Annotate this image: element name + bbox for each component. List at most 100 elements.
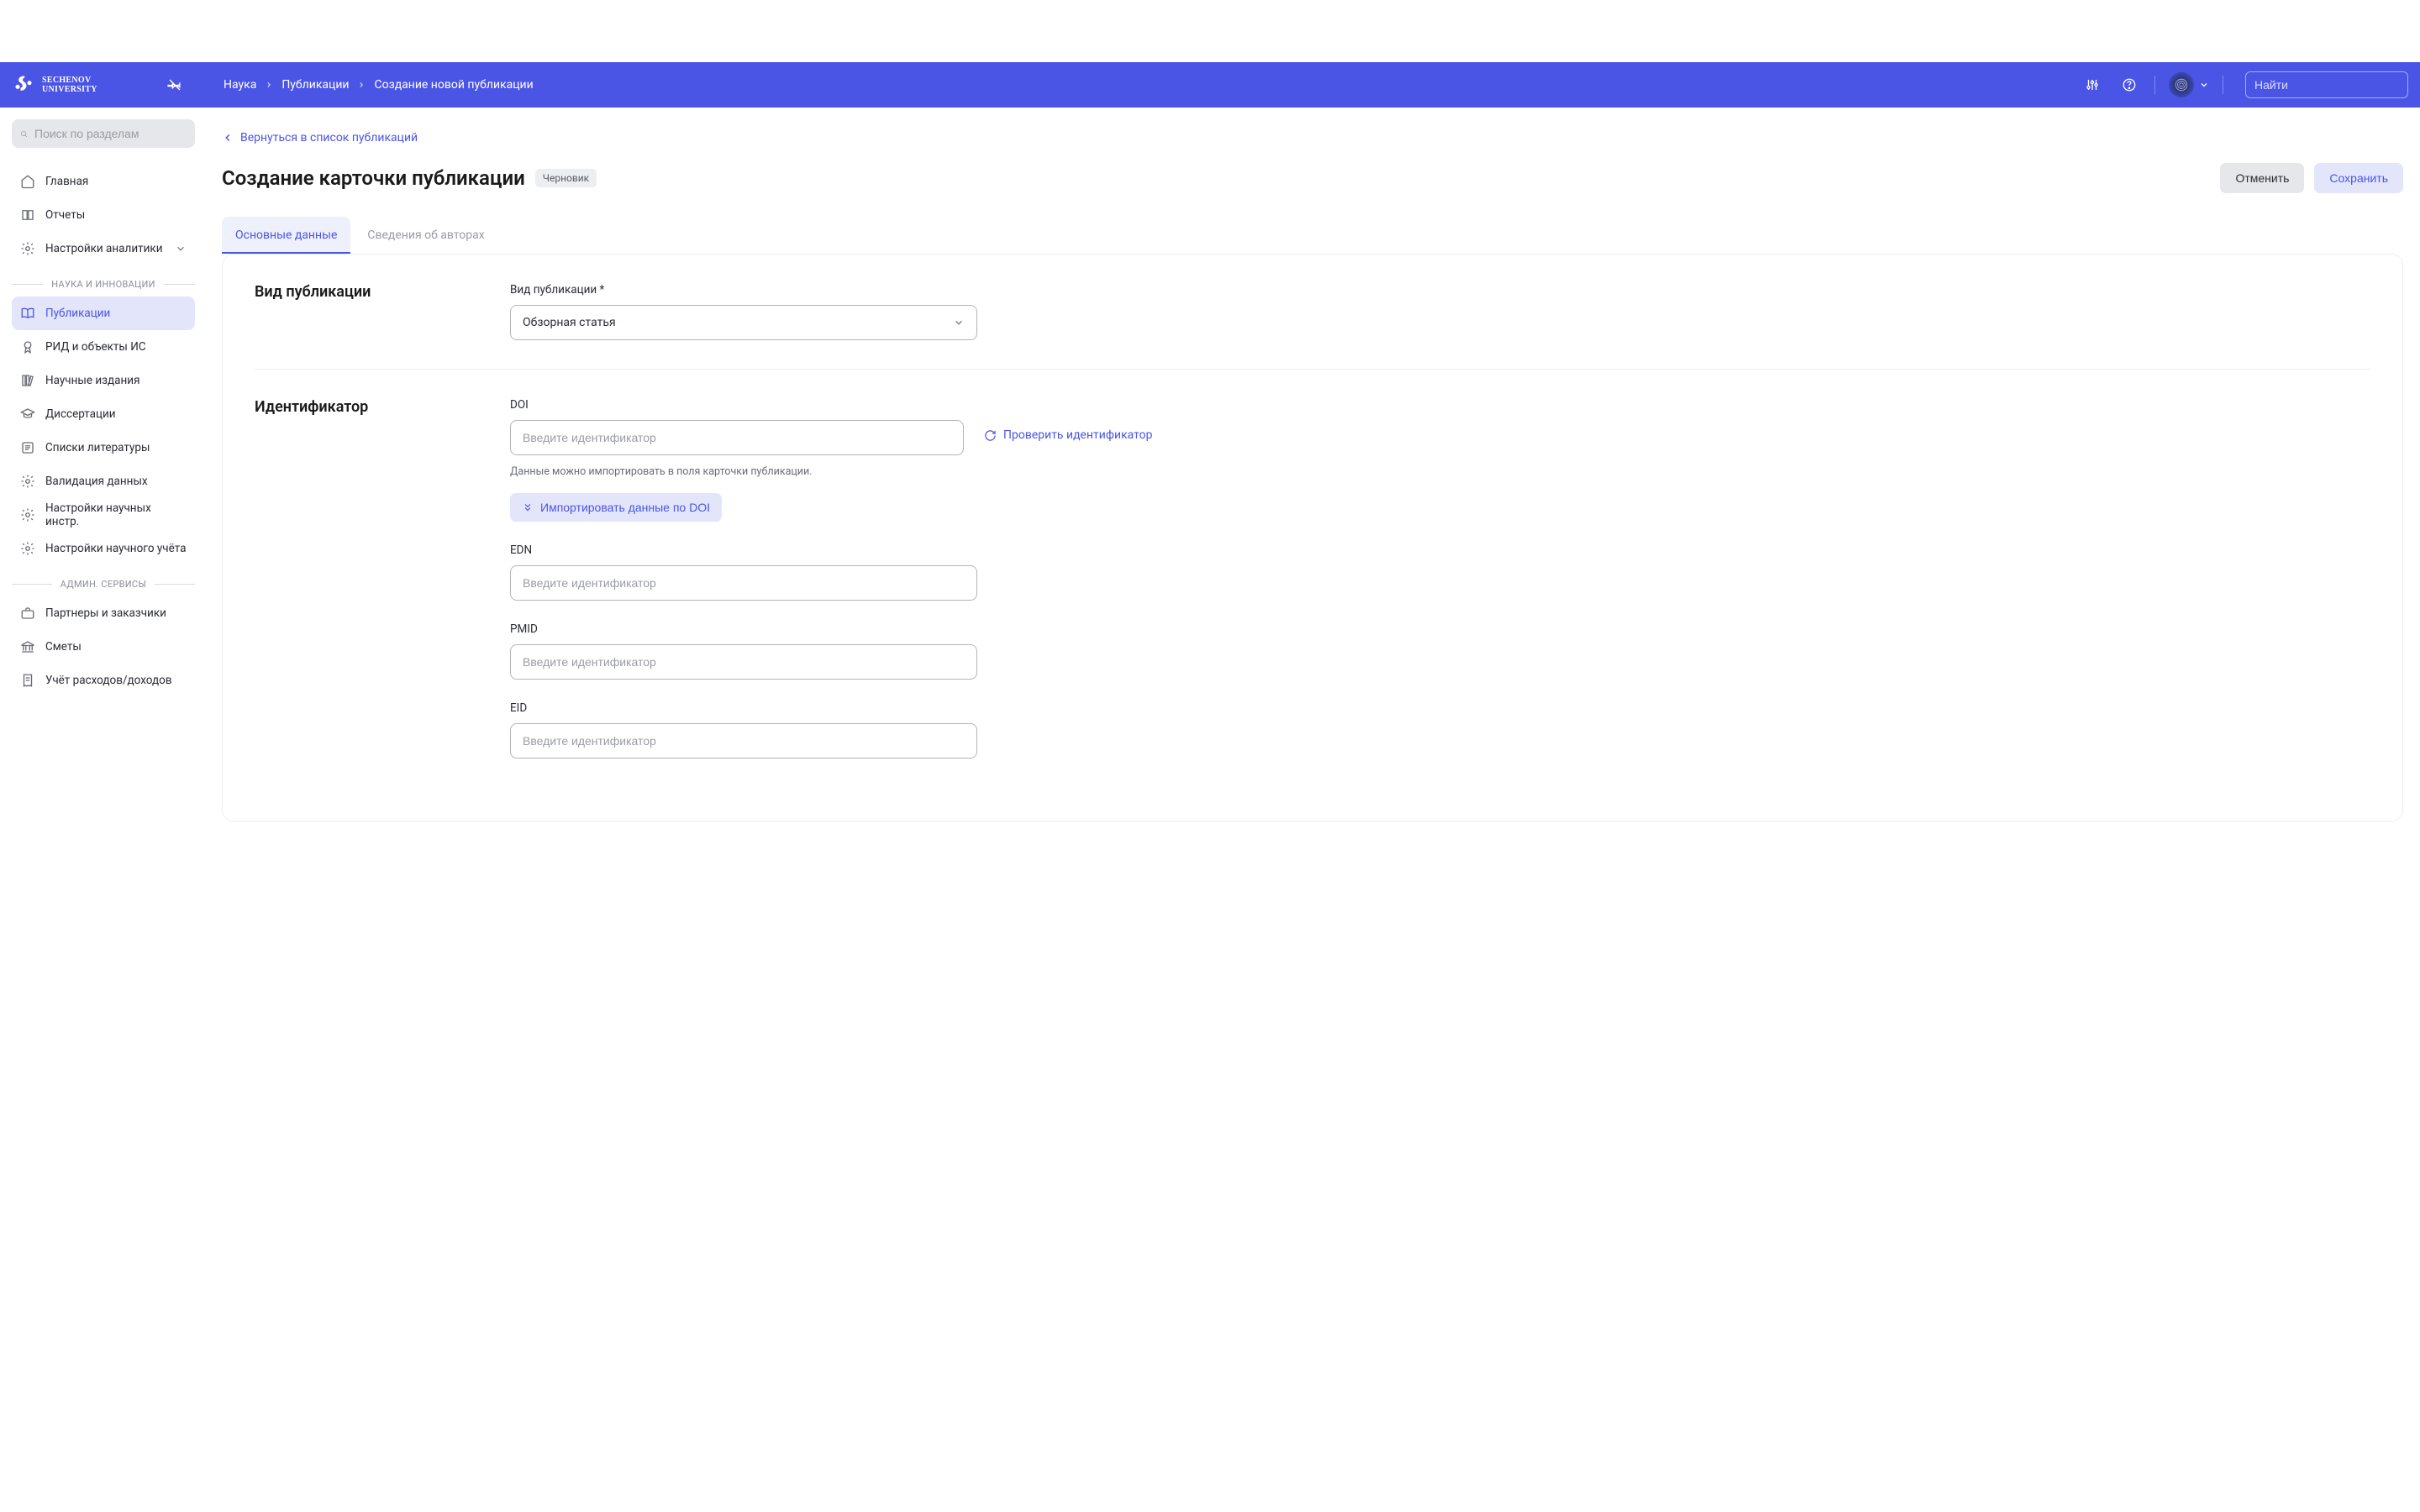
import-doi-button[interactable]: Импортировать данные по DOI [510, 493, 722, 522]
help-icon [2122, 77, 2137, 92]
library-icon [20, 373, 35, 388]
browser-chrome [0, 0, 2420, 62]
sidebar-item-label: Научные издания [45, 374, 140, 387]
sidebar-item-dissertations[interactable]: Диссертации [12, 397, 195, 431]
sidebar-search[interactable] [12, 119, 195, 148]
book-icon [20, 207, 35, 223]
briefcase-icon [20, 606, 35, 621]
doi-helper: Данные можно импортировать в поля карточ… [510, 465, 964, 478]
sidebar-search-input[interactable] [34, 127, 187, 140]
settings-sliders-button[interactable] [2081, 73, 2104, 97]
pmid-input-wrap[interactable] [510, 644, 977, 680]
field-doi: DOI Данные можно импортировать в поля ка… [510, 398, 1165, 522]
top-search-input[interactable] [2254, 78, 2407, 92]
field-edn: EDN [510, 543, 1165, 601]
sidebar-item-label: Публикации [45, 307, 110, 320]
field-label-edn: EDN [510, 543, 1165, 557]
avatar [2169, 72, 2194, 97]
gear-icon [20, 541, 35, 556]
sidebar-item-label: Отчеты [45, 208, 85, 222]
chevron-down-icon [2199, 80, 2209, 90]
sidebar-item-journals[interactable]: Научные издания [12, 364, 195, 397]
field-label-kind: Вид публикации * [510, 283, 1165, 297]
open-book-icon [20, 306, 35, 321]
chevron-down-icon [175, 243, 187, 255]
doi-input-wrap[interactable] [510, 420, 964, 455]
gear-icon [20, 241, 35, 256]
topbar: SECHENOV UNIVERSITY Наука Публикации Соз… [0, 62, 2420, 108]
sidebar-item-label: Главная [45, 175, 88, 188]
select-value: Обзорная статья [523, 316, 616, 329]
logo-icon [12, 73, 35, 97]
back-link[interactable]: Вернуться в список публикаций [222, 131, 418, 144]
field-eid: EID [510, 701, 1165, 759]
tab-authors[interactable]: Сведения об авторах [354, 217, 497, 254]
breadcrumb-publications[interactable]: Публикации [281, 78, 349, 92]
sidebar-item-label: Списки литературы [45, 441, 150, 454]
chevron-right-icon [265, 81, 273, 89]
section-title: Вид публикации [255, 283, 476, 340]
save-button[interactable]: Сохранить [2314, 163, 2403, 193]
pmid-input[interactable] [523, 645, 965, 679]
divider [2154, 76, 2155, 94]
award-icon [20, 339, 35, 354]
field-pmid: PMID [510, 622, 1165, 680]
page-title: Создание карточки публикации [222, 166, 525, 190]
chevron-down-icon [953, 317, 965, 328]
breadcrumb-current: Создание новой публикации [374, 78, 533, 92]
form-card: Вид публикации Вид публикации * Обзорная… [222, 254, 2403, 822]
sidebar-item-label: Партнеры и заказчики [45, 606, 166, 620]
sidebar-item-label: Валидация данных [45, 475, 148, 488]
sidebar-item-validation[interactable]: Валидация данных [12, 465, 195, 498]
help-button[interactable] [2118, 73, 2141, 97]
cancel-button[interactable]: Отменить [2220, 163, 2304, 193]
sidebar-item-home[interactable]: Главная [12, 165, 195, 198]
logo[interactable]: SECHENOV UNIVERSITY [12, 73, 163, 97]
edn-input[interactable] [523, 566, 965, 600]
breadcrumb-science[interactable]: Наука [224, 78, 256, 92]
verify-identifier-link[interactable]: Проверить идентификатор [984, 428, 1152, 442]
sidebar: Главная Отчеты Настройки аналитики НАУКА… [0, 108, 207, 855]
sidebar-item-label: Настройки научных инстр. [45, 501, 187, 528]
sidebar-item-reports[interactable]: Отчеты [12, 198, 195, 232]
logo-text: SECHENOV UNIVERSITY [42, 76, 97, 94]
gear-icon [20, 474, 35, 489]
sidebar-item-label: Настройки аналитики [45, 242, 162, 255]
tab-main-data[interactable]: Основные данные [222, 217, 350, 254]
eid-input[interactable] [523, 724, 965, 758]
receipt-icon [20, 673, 35, 688]
sidebar-item-publications[interactable]: Публикации [12, 297, 195, 330]
pin-button[interactable] [163, 73, 187, 97]
sidebar-item-expenses[interactable]: Учёт расходов/доходов [12, 664, 195, 697]
section-title: Идентификатор [255, 398, 476, 759]
sliders-icon [2085, 77, 2100, 92]
edn-input-wrap[interactable] [510, 565, 977, 601]
field-label-doi: DOI [510, 398, 1165, 412]
breadcrumb: Наука Публикации Создание новой публикац… [224, 78, 534, 92]
list-icon [20, 440, 35, 455]
sidebar-item-biblists[interactable]: Списки литературы [12, 431, 195, 465]
pin-off-icon [167, 77, 182, 92]
eid-input-wrap[interactable] [510, 723, 977, 759]
sidebar-section-admin: АДМИН. СЕРВИСЫ [12, 579, 195, 590]
double-chevron-down-icon [522, 501, 534, 513]
sidebar-item-estimates[interactable]: Сметы [12, 630, 195, 664]
sidebar-item-accounting[interactable]: Настройки научного учёта [12, 532, 195, 565]
sidebar-item-rid[interactable]: РИД и объекты ИС [12, 330, 195, 364]
section-kind: Вид публикации Вид публикации * Обзорная… [255, 283, 2370, 369]
refresh-icon [984, 429, 997, 442]
sidebar-item-partners[interactable]: Партнеры и заказчики [12, 596, 195, 630]
sidebar-item-sci-instr[interactable]: Настройки научных инстр. [12, 498, 195, 532]
doi-input[interactable] [523, 421, 951, 454]
top-search[interactable] [2245, 71, 2408, 98]
publication-kind-select[interactable]: Обзорная статья [510, 305, 977, 340]
sidebar-item-label: Настройки научного учёта [45, 542, 186, 555]
user-menu[interactable] [2169, 72, 2209, 97]
search-icon [20, 128, 28, 140]
tabs: Основные данные Сведения об авторах [222, 217, 2403, 254]
sidebar-item-label: РИД и объекты ИС [45, 340, 146, 354]
fingerprint-icon [2174, 77, 2189, 92]
sidebar-item-analytics[interactable]: Настройки аналитики [12, 232, 195, 265]
gear-icon [20, 507, 35, 522]
sidebar-item-label: Учёт расходов/доходов [45, 674, 172, 687]
